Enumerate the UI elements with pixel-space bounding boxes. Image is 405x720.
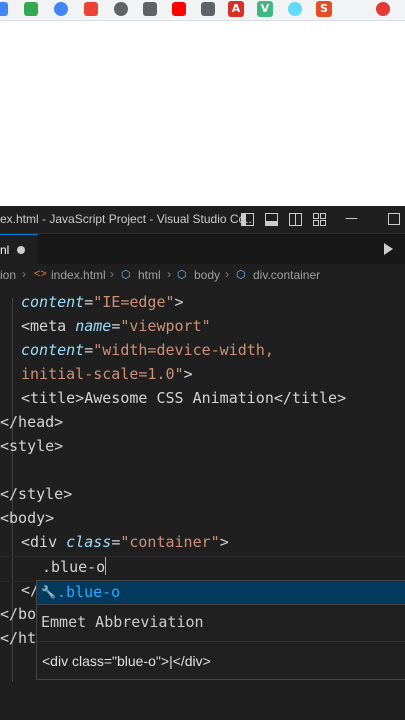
vscode-window: ex.html - JavaScript Project - Visual St…: [0, 206, 405, 720]
bookmark-icon-5[interactable]: [114, 2, 128, 16]
element-icon: ⬡: [121, 269, 131, 281]
minimize-icon[interactable]: —: [345, 211, 358, 226]
chevron-right-icon: ›: [167, 267, 171, 281]
code-line: <style>: [0, 437, 64, 455]
toggle-secondary-sidebar-icon[interactable]: [289, 213, 302, 226]
breadcrumb-file[interactable]: index.html: [51, 268, 106, 282]
suggestion-item[interactable]: 🔧 .blue-o: [37, 581, 405, 605]
breadcrumb-root[interactable]: ion: [0, 268, 16, 282]
breadcrumb-body[interactable]: body: [194, 268, 220, 282]
code-line: </head>: [0, 413, 64, 431]
bookmark-icon-12[interactable]: S: [316, 1, 332, 17]
tab-index-html[interactable]: nl: [0, 234, 38, 265]
code-line: </bo: [0, 605, 37, 623]
wrench-icon: 🔧: [41, 585, 56, 599]
suggestion-details: Emmet Abbreviation <div class="blue-o">|…: [36, 604, 405, 680]
title-bar: ex.html - JavaScript Project - Visual St…: [0, 206, 405, 234]
suggestion-label: .blue-o: [57, 583, 121, 601]
editor-tab-bar: nl: [0, 234, 405, 265]
bookmark-icon-1[interactable]: [0, 2, 8, 16]
code-line-active: .blue-o: [42, 557, 107, 576]
bookmark-icon-4[interactable]: [84, 2, 98, 16]
code-line: <body>: [0, 509, 55, 527]
chevron-right-icon: ›: [225, 267, 229, 281]
customize-layout-icon[interactable]: [313, 213, 326, 226]
bookmark-icon-9[interactable]: A: [228, 1, 244, 17]
breadcrumb: ion › <> index.html › ⬡ html › ⬡ body › …: [0, 264, 405, 286]
chevron-right-icon: ›: [22, 267, 26, 281]
code-line: content="IE=edge">: [21, 293, 184, 311]
code-line: <div class="container">: [21, 533, 229, 551]
suggestion-detail-code: <div class="blue-o">|</div>: [42, 653, 211, 669]
bookmark-icon-8[interactable]: [201, 2, 215, 16]
toggle-primary-sidebar-icon[interactable]: [241, 213, 254, 226]
bookmark-icon-13[interactable]: [376, 2, 390, 16]
breadcrumb-html[interactable]: html: [138, 268, 161, 282]
maximize-icon[interactable]: [388, 213, 401, 226]
element-icon: ⬡: [236, 269, 246, 281]
run-icon[interactable]: [384, 243, 393, 255]
text-cursor: [105, 557, 107, 575]
code-line: content="width=device-width,: [21, 341, 274, 359]
suggestion-detail-title: Emmet Abbreviation: [41, 613, 204, 631]
element-icon: ⬡: [177, 269, 187, 281]
code-line: initial-scale=1.0">: [21, 365, 193, 383]
bookmark-icon-3[interactable]: [54, 2, 68, 16]
suggestion-widget: 🔧 .blue-o: [36, 580, 405, 605]
bookmark-icon-2[interactable]: [24, 2, 38, 16]
bookmark-icon-11[interactable]: [288, 2, 302, 16]
bookmark-icon-7[interactable]: [172, 2, 186, 16]
bookmark-icon-6[interactable]: [143, 2, 157, 16]
breadcrumb-container[interactable]: div.container: [253, 268, 320, 282]
code-line: </style>: [0, 485, 73, 503]
toggle-panel-icon[interactable]: [265, 213, 278, 226]
code-line: <meta name="viewport": [21, 317, 211, 335]
html-file-icon: <>: [34, 268, 47, 280]
window-title: ex.html - JavaScript Project - Visual St…: [0, 212, 256, 226]
bookmarks-bar: A V S: [0, 0, 405, 21]
bookmark-icon-10[interactable]: V: [257, 1, 273, 17]
browser-content-blank: [0, 21, 405, 206]
divider: [37, 641, 405, 642]
tab-label: nl: [0, 243, 10, 257]
code-line: </ht: [0, 629, 37, 647]
chevron-right-icon: ›: [110, 267, 114, 281]
code-line: <title>Awesome CSS Animation</title>: [21, 389, 347, 407]
unsaved-dot-icon[interactable]: [17, 246, 25, 254]
